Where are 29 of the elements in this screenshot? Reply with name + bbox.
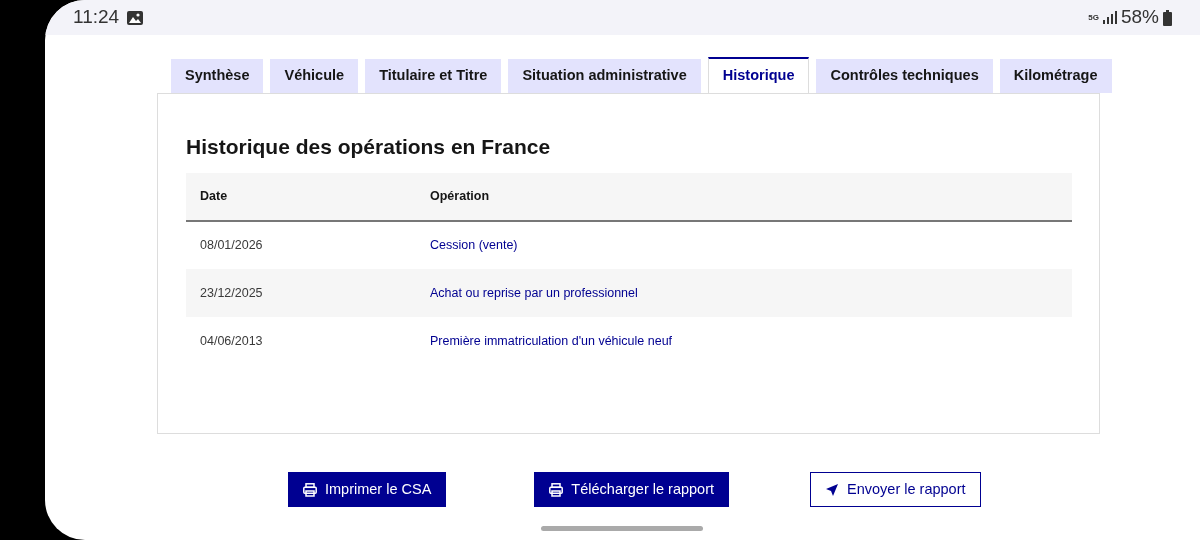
- tab[interactable]: Titulaire et Titre: [365, 59, 502, 93]
- gallery-icon: [127, 10, 144, 25]
- action-button[interactable]: Envoyer le rapport: [810, 472, 981, 507]
- operation-cell: Achat ou reprise par un professionnel: [416, 269, 1072, 318]
- date-cell: 23/12/2025: [186, 269, 416, 318]
- tab[interactable]: Situation administrative: [508, 59, 701, 93]
- signal-icon: [1102, 11, 1117, 24]
- column-header: Opération: [416, 173, 1072, 222]
- operation-cell: Cession (vente): [416, 221, 1072, 270]
- tab[interactable]: Véhicule: [270, 59, 359, 93]
- action-button[interactable]: Télécharger le rapport: [534, 472, 730, 507]
- send-icon: [825, 482, 840, 497]
- column-header: Date: [186, 173, 416, 222]
- tab[interactable]: Contrôles techniques: [816, 59, 993, 93]
- section-title: Historique des opérations en France: [186, 134, 552, 160]
- network-label: 5G: [1088, 13, 1099, 22]
- action-button[interactable]: Imprimer le CSA: [288, 472, 447, 507]
- printer-icon: [303, 482, 317, 497]
- status-time: 11:24: [73, 5, 120, 30]
- tab[interactable]: Synthèse: [171, 59, 264, 93]
- date-cell: 08/01/2026: [186, 221, 416, 270]
- date-cell: 04/06/2013: [186, 317, 416, 366]
- home-indicator[interactable]: [541, 526, 703, 531]
- battery-level: 58%: [1120, 5, 1159, 30]
- tab[interactable]: Kilométrage: [999, 59, 1112, 93]
- battery-icon: [1163, 9, 1172, 26]
- operation-cell: Première immatriculation d'un véhicule neuf: [416, 317, 1072, 366]
- tab[interactable]: Historique: [707, 57, 810, 93]
- printer-icon: [549, 482, 564, 497]
